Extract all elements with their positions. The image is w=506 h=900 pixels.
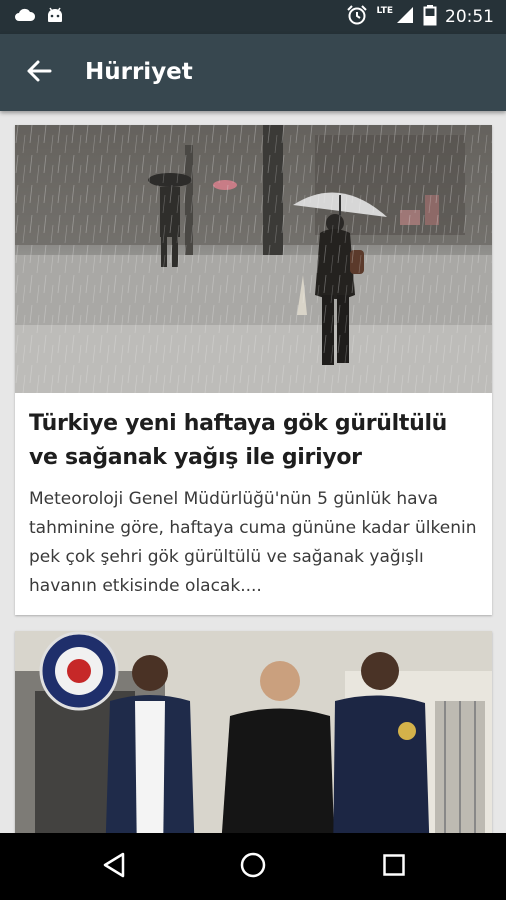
battery-icon (423, 4, 437, 30)
network-type-label: LTE (376, 6, 393, 16)
nav-home-button[interactable] (231, 845, 275, 889)
back-triangle-icon (101, 851, 127, 883)
nav-back-button[interactable] (92, 845, 136, 889)
status-time: 20:51 (445, 7, 494, 27)
arrow-left-icon (26, 59, 52, 87)
app-bar: Hürriyet (0, 34, 506, 111)
cloud-icon (14, 7, 36, 27)
alarm-icon (346, 4, 368, 30)
home-circle-icon (239, 851, 267, 883)
status-bar-left (14, 6, 64, 28)
recents-square-icon (382, 853, 406, 881)
news-feed[interactable]: Türkiye yeni haftaya gök gürültülü ve sa… (0, 111, 506, 833)
article-card[interactable]: Türkiye yeni haftaya gök gürültülü ve sa… (15, 125, 492, 615)
article-summary[interactable]: Meteoroloji Genel Müdürlüğü'nün 5 günlük… (15, 475, 492, 601)
article-image[interactable] (15, 125, 492, 393)
status-bar-right: LTE 20:51 (346, 0, 494, 34)
android-icon (46, 6, 64, 28)
app-title: Hürriyet (85, 59, 193, 85)
article-title[interactable]: Türkiye yeni haftaya gök gürültülü ve sa… (15, 393, 492, 475)
article-card[interactable] (15, 631, 492, 833)
article-image[interactable] (15, 631, 492, 833)
signal-icon (395, 5, 415, 29)
back-button[interactable] (18, 52, 60, 94)
nav-recents-button[interactable] (372, 845, 416, 889)
navigation-bar (0, 833, 506, 900)
status-bar: LTE 20:51 (0, 0, 506, 34)
